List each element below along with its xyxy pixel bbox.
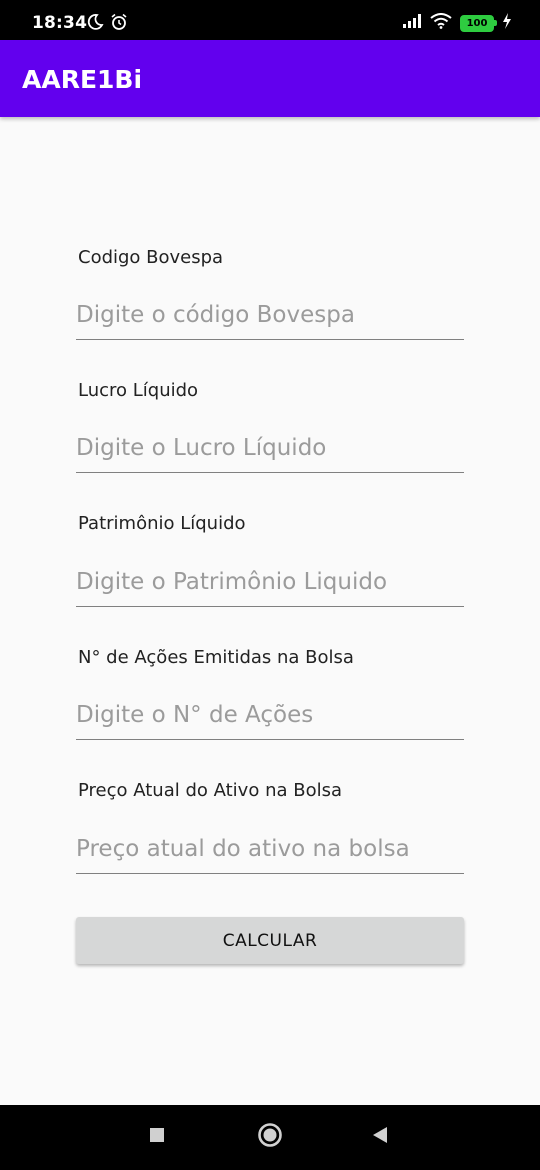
app-bar: AARE1Bi (0, 40, 540, 117)
numero-acoes-label: N° de Ações Emitidas na Bolsa (78, 647, 354, 668)
lucro-liquido-label: Lucro Líquido (78, 380, 199, 401)
app-title: AARE1Bi (22, 65, 143, 94)
home-button[interactable] (240, 1105, 300, 1170)
moon-icon (86, 13, 104, 36)
codigo-bovespa-input[interactable] (76, 295, 464, 340)
signal-icon (402, 14, 422, 33)
home-icon (257, 1122, 283, 1153)
wifi-icon (430, 13, 452, 34)
charging-icon (502, 13, 512, 34)
back-button[interactable] (350, 1105, 410, 1170)
battery-icon: 100 (460, 15, 497, 32)
patrimonio-liquido-input[interactable] (76, 562, 464, 607)
recents-icon (149, 1127, 165, 1148)
recents-button[interactable] (127, 1105, 187, 1170)
numero-acoes-input[interactable] (76, 695, 464, 740)
lucro-liquido-input[interactable] (76, 428, 464, 473)
alarm-icon (110, 13, 128, 36)
status-bar: 18:34 100 (0, 0, 540, 40)
preco-atual-input[interactable] (76, 829, 464, 874)
patrimonio-liquido-label: Patrimônio Líquido (78, 513, 246, 534)
navigation-bar (0, 1105, 540, 1170)
codigo-bovespa-label: Codigo Bovespa (78, 247, 224, 268)
preco-atual-label: Preço Atual do Ativo na Bolsa (78, 780, 342, 801)
back-icon (371, 1126, 389, 1149)
calcular-button[interactable]: CALCULAR (76, 917, 464, 964)
status-time: 18:34 (32, 13, 88, 33)
